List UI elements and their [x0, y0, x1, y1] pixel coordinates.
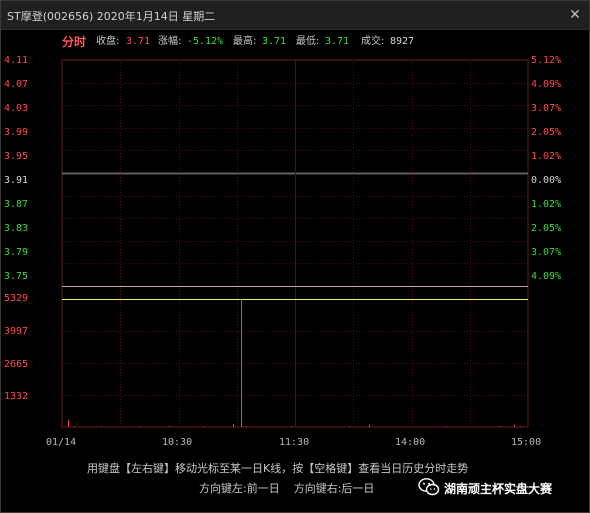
keyboard-hint: 用键盘【左右键】移动光标至某一日K线，按【空格键】查看当日历史分时走势 — [87, 462, 469, 475]
time-label: 15:00 — [511, 437, 542, 448]
price-label: 4.03 — [4, 103, 29, 114]
wechat-icon — [418, 478, 440, 496]
pct-label: 2.05% — [531, 127, 562, 138]
arrow-key-hint: 方向键左:前一日 方向键右:后一日 — [199, 482, 375, 495]
volume-axis-label: 3997 — [4, 326, 29, 337]
pct-label: 3.07% — [531, 103, 562, 114]
pct-label: 0.00% — [531, 175, 562, 186]
watermark-text: 湖南顽主杯实盘大赛 — [444, 482, 553, 496]
price-label: 3.87 — [4, 199, 29, 210]
volume-axis-label: 2665 — [4, 359, 29, 370]
price-label: 3.79 — [4, 247, 29, 258]
price-label: 3.91 — [4, 175, 29, 186]
chart-grid — [61, 59, 529, 428]
time-label: 10:30 — [162, 437, 193, 448]
pct-label: 2.05% — [531, 223, 562, 234]
price-label: 3.83 — [4, 223, 29, 234]
price-label: 3.99 — [4, 127, 29, 138]
volume-axis-label: 1332 — [4, 391, 29, 402]
pct-label: 4.09% — [531, 79, 562, 90]
pct-label: 5.12% — [531, 55, 562, 66]
price-label: 4.07 — [4, 79, 29, 90]
price-label: 3.75 — [4, 271, 29, 282]
price-label: 4.11 — [4, 55, 29, 66]
pct-label: 4.09% — [531, 271, 562, 282]
pct-label: 3.07% — [531, 247, 562, 258]
volume-axis-label: 5329 — [4, 293, 29, 304]
time-label: 14:00 — [395, 437, 426, 448]
time-label: 11:30 — [279, 437, 310, 448]
pct-label: 1.02% — [531, 199, 562, 210]
pct-label: 1.02% — [531, 151, 562, 162]
price-label: 3.95 — [4, 151, 29, 162]
time-label: 01/14 — [46, 437, 77, 448]
